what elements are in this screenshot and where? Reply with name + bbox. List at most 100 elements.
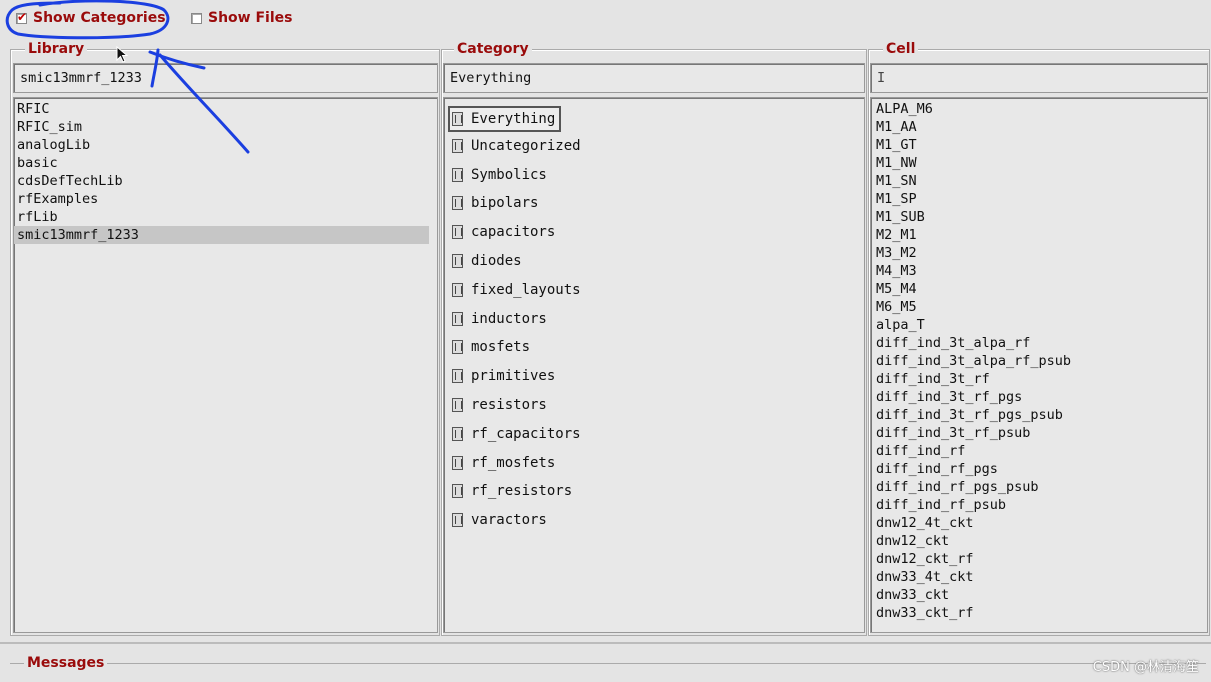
category-item-label: rf_resistors bbox=[471, 483, 573, 500]
library-item[interactable]: analogLib bbox=[14, 136, 437, 154]
category-item[interactable]: Uncategorized bbox=[450, 135, 584, 157]
category-icon bbox=[452, 254, 463, 268]
cell-item[interactable]: M5_M4 bbox=[873, 280, 1207, 298]
checkbox-box[interactable] bbox=[191, 12, 202, 24]
category-item-label: Uncategorized bbox=[471, 137, 581, 154]
messages-frame bbox=[10, 663, 1206, 664]
cell-item[interactable]: dnw33_4t_ckt bbox=[873, 568, 1207, 586]
cell-item[interactable]: diff_ind_3t_rf_pgs_psub bbox=[873, 406, 1207, 424]
cell-item[interactable]: dnw12_ckt bbox=[873, 532, 1207, 550]
category-icon bbox=[452, 484, 463, 499]
library-item[interactable]: rfExamples bbox=[14, 190, 437, 208]
library-input[interactable]: smic13mmrf_1233 bbox=[13, 63, 438, 93]
library-input-value: smic13mmrf_1233 bbox=[20, 70, 142, 86]
cell-item[interactable]: M6_M5 bbox=[873, 298, 1207, 316]
cell-item[interactable]: diff_ind_3t_alpa_rf_psub bbox=[873, 352, 1207, 370]
cell-item[interactable]: ALPA_M6 bbox=[873, 100, 1207, 118]
category-item-label: capacitors bbox=[471, 224, 556, 241]
cell-input[interactable]: I bbox=[870, 63, 1208, 93]
category-item-label: rf_mosfets bbox=[471, 454, 556, 471]
cell-item[interactable]: M1_AA bbox=[873, 118, 1207, 136]
library-item[interactable]: rfLib bbox=[14, 208, 437, 226]
cell-item[interactable]: diff_ind_rf_pgs bbox=[873, 460, 1207, 478]
category-icon bbox=[452, 282, 463, 297]
cell-item[interactable]: alpa_T bbox=[873, 316, 1207, 334]
category-input[interactable]: Everything bbox=[443, 63, 865, 93]
library-item[interactable]: cdsDefTechLib bbox=[14, 172, 437, 190]
cell-item[interactable]: M1_SUB bbox=[873, 208, 1207, 226]
cell-item[interactable]: M2_M1 bbox=[873, 226, 1207, 244]
category-title: Category bbox=[454, 41, 532, 57]
category-item-label: primitives bbox=[471, 368, 556, 385]
category-icon bbox=[452, 369, 463, 384]
category-item[interactable]: Symbolics bbox=[450, 164, 550, 186]
category-icon bbox=[452, 196, 463, 211]
category-item-label: Everything bbox=[471, 111, 556, 127]
show-categories-checkbox[interactable]: ✔ Show Categories bbox=[16, 10, 166, 26]
cell-item[interactable]: dnw33_ckt_rf bbox=[873, 604, 1207, 622]
category-item-label: rf_capacitors bbox=[471, 425, 581, 442]
cell-item[interactable]: M1_NW bbox=[873, 154, 1207, 172]
category-icon bbox=[452, 225, 463, 240]
category-item[interactable]: bipolars bbox=[450, 192, 541, 214]
cell-item[interactable]: M1_SP bbox=[873, 190, 1207, 208]
cell-item[interactable]: M4_M3 bbox=[873, 262, 1207, 280]
text-cursor-icon: I bbox=[877, 70, 886, 86]
show-files-label: Show Files bbox=[208, 10, 293, 26]
category-item[interactable]: rf_capacitors bbox=[450, 423, 584, 445]
category-item[interactable]: rf_mosfets bbox=[450, 452, 558, 474]
category-icon bbox=[452, 455, 463, 470]
category-item[interactable]: primitives bbox=[450, 365, 558, 387]
category-item-label: varactors bbox=[471, 512, 547, 529]
cell-item[interactable]: diff_ind_3t_rf_pgs bbox=[873, 388, 1207, 406]
category-icon bbox=[452, 311, 463, 326]
checkmark-icon: ✔ bbox=[17, 9, 28, 24]
cell-item[interactable]: diff_ind_rf_pgs_psub bbox=[873, 478, 1207, 496]
cell-list[interactable]: ALPA_M6 M1_AA M1_GT M1_NW M1_SN M1_SP M1_SUB M2… bbox=[870, 97, 1208, 633]
category-icon bbox=[452, 138, 463, 153]
category-item[interactable]: rf_resistors bbox=[450, 480, 575, 502]
category-icon bbox=[452, 112, 463, 126]
cell-item[interactable]: M3_M2 bbox=[873, 244, 1207, 262]
cell-item[interactable]: dnw33_ckt bbox=[873, 586, 1207, 604]
cell-item[interactable]: diff_ind_rf bbox=[873, 442, 1207, 460]
cell-item[interactable]: M1_SN bbox=[873, 172, 1207, 190]
category-item[interactable]: varactors bbox=[450, 509, 550, 531]
watermark: CSDN @林清海笙 bbox=[1092, 660, 1199, 675]
checkbox-box[interactable]: ✔ bbox=[16, 9, 28, 24]
cell-title: Cell bbox=[883, 41, 919, 57]
category-icon bbox=[452, 513, 463, 528]
category-input-value: Everything bbox=[450, 70, 532, 86]
category-item[interactable]: inductors bbox=[450, 308, 550, 330]
library-item[interactable]: basic bbox=[14, 154, 437, 172]
category-item-label: mosfets bbox=[471, 339, 531, 356]
library-item[interactable]: RFIC bbox=[14, 100, 437, 118]
category-item-label: diodes bbox=[471, 253, 522, 269]
category-item-label: bipolars bbox=[471, 195, 539, 212]
cell-item[interactable]: diff_ind_3t_alpa_rf bbox=[873, 334, 1207, 352]
library-list[interactable]: RFIC RFIC_sim analogLib basic cdsDefTechLib r… bbox=[13, 97, 438, 633]
category-item[interactable]: capacitors bbox=[450, 221, 558, 243]
category-item[interactable]: resistors bbox=[450, 394, 550, 416]
cell-item[interactable]: dnw12_4t_ckt bbox=[873, 514, 1207, 532]
library-item[interactable]: smic13mmrf_1233 bbox=[14, 226, 429, 244]
category-item[interactable]: fixed_layouts bbox=[450, 279, 584, 301]
cell-item[interactable]: diff_ind_3t_rf bbox=[873, 370, 1207, 388]
cell-item[interactable]: M1_GT bbox=[873, 136, 1207, 154]
messages-title: Messages bbox=[24, 655, 108, 671]
category-item[interactable]: diodes bbox=[450, 250, 525, 272]
category-item[interactable]: mosfets bbox=[450, 336, 533, 358]
cell-item[interactable]: dnw12_ckt_rf bbox=[873, 550, 1207, 568]
category-item-label: Symbolics bbox=[471, 166, 547, 183]
cell-item[interactable]: diff_ind_rf_psub bbox=[873, 496, 1207, 514]
category-icon bbox=[452, 167, 463, 182]
cell-item[interactable]: diff_ind_3t_rf_psub bbox=[873, 424, 1207, 442]
category-item[interactable]: Everything bbox=[448, 106, 562, 132]
divider bbox=[0, 642, 1211, 644]
show-categories-label: Show Categories bbox=[33, 10, 166, 26]
show-files-checkbox[interactable]: Show Files bbox=[191, 10, 292, 26]
library-item[interactable]: RFIC_sim bbox=[14, 118, 437, 136]
category-list[interactable]: Everything Uncategorized Symbolics bipolars… bbox=[443, 97, 865, 633]
category-item-label: inductors bbox=[471, 310, 547, 327]
category-item-label: resistors bbox=[471, 397, 547, 413]
